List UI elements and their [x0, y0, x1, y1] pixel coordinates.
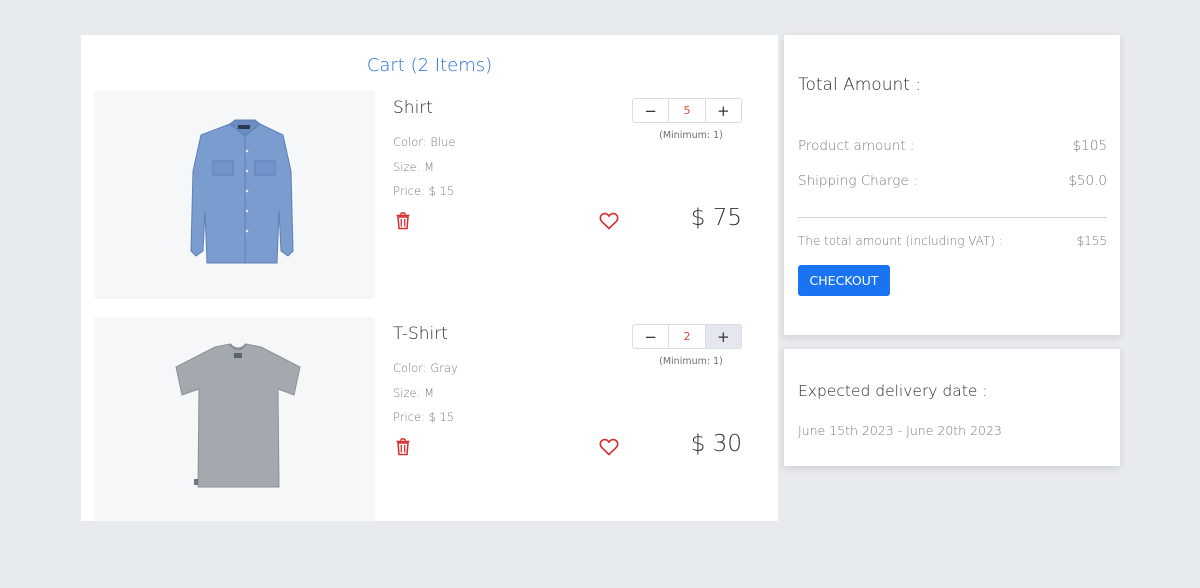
heart-icon[interactable] — [599, 212, 619, 230]
decrease-quantity-button[interactable]: − — [633, 99, 668, 122]
total-amount-row: The total amount (including VAT) : $155 — [798, 234, 1107, 248]
quantity-value[interactable]: 2 — [668, 325, 706, 348]
shipping-charge-value: $50.0 — [1068, 173, 1107, 189]
product-price: Price: $ 15 — [393, 184, 455, 198]
cart-panel: Cart (2 Items) Shirt Color: Blue Size: M… — [81, 35, 778, 521]
total-amount-label: The total amount (including VAT) : — [798, 234, 1003, 248]
delivery-panel: Expected delivery date : June 15th 2023 … — [784, 349, 1120, 466]
delivery-dates: June 15th 2023 - June 20th 2023 — [798, 423, 1002, 438]
minimum-quantity-note: (Minimum: 1) — [659, 130, 723, 141]
product-amount-row: Product amount : $105 — [798, 138, 1107, 154]
product-color: Color: Gray — [393, 361, 458, 375]
heart-icon[interactable] — [599, 438, 619, 456]
increase-quantity-button[interactable]: + — [706, 99, 741, 122]
divider — [798, 217, 1107, 218]
minimum-quantity-note: (Minimum: 1) — [659, 356, 723, 367]
delivery-title: Expected delivery date : — [798, 382, 988, 400]
product-color: Color: Blue — [393, 135, 456, 149]
product-image-tshirt[interactable] — [95, 317, 374, 521]
trash-icon[interactable] — [395, 212, 411, 230]
product-name[interactable]: T-Shirt — [393, 324, 448, 344]
cart-item: T-Shirt Color: Gray Size: M Price: $ 15 … — [95, 317, 762, 521]
product-image-shirt[interactable] — [95, 91, 374, 297]
cart-title: Cart (2 Items) — [366, 55, 493, 76]
order-summary-panel: Total Amount : Product amount : $105 Shi… — [784, 35, 1120, 335]
product-name[interactable]: Shirt — [393, 98, 433, 118]
shipping-charge-label: Shipping Charge : — [798, 173, 918, 189]
total-amount-value: $155 — [1076, 234, 1107, 248]
shipping-charge-row: Shipping Charge : $50.0 — [798, 173, 1107, 189]
product-amount-value: $105 — [1072, 138, 1107, 154]
product-price: Price: $ 15 — [393, 410, 455, 424]
decrease-quantity-button[interactable]: − — [633, 325, 668, 348]
line-total: $ 75 — [690, 205, 742, 231]
quantity-stepper: − 5 + — [632, 98, 742, 123]
quantity-stepper: − 2 + — [632, 324, 742, 349]
summary-title: Total Amount : — [798, 75, 922, 95]
trash-icon[interactable] — [395, 438, 411, 456]
product-size: Size: M — [393, 160, 435, 174]
increase-quantity-button[interactable]: + — [705, 325, 741, 348]
checkout-button[interactable]: CHECKOUT — [798, 265, 890, 296]
line-total: $ 30 — [690, 431, 742, 457]
product-size: Size: M — [393, 386, 435, 400]
quantity-value[interactable]: 5 — [668, 99, 706, 122]
cart-item: Shirt Color: Blue Size: M Price: $ 15 − … — [95, 91, 762, 301]
product-amount-label: Product amount : — [798, 138, 915, 154]
